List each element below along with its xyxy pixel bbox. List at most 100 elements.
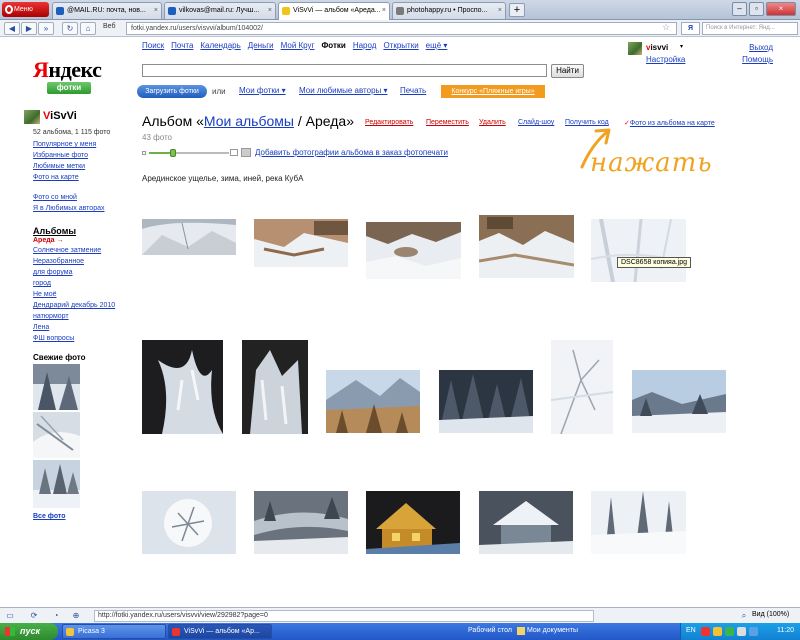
minimize-button[interactable]: –: [732, 2, 747, 16]
reload-icon[interactable]: ↻: [62, 22, 78, 35]
sidebar-album-item[interactable]: Лена: [33, 324, 49, 331]
nav-calendar[interactable]: Календарь: [200, 41, 240, 50]
tray-app-icon[interactable]: [713, 627, 722, 636]
forward-icon[interactable]: ▶: [21, 22, 37, 35]
avatar[interactable]: [628, 42, 642, 55]
tray-app-icon[interactable]: [701, 627, 710, 636]
settings-link[interactable]: Настройка: [646, 55, 685, 64]
nav-money[interactable]: Деньги: [248, 41, 274, 50]
address-bar[interactable]: fotki.yandex.ru/users/visvvi/album/10400…: [126, 22, 677, 35]
sidebar-link-favorites[interactable]: Избранные фото: [33, 152, 88, 159]
photo-thumb[interactable]: [551, 340, 613, 434]
photo-thumb[interactable]: [591, 219, 686, 282]
browser-tab-mail-inbox[interactable]: vilkovas@mail.ru: Лучш... ×: [164, 2, 276, 19]
site-search-button[interactable]: Найти: [551, 64, 584, 78]
unite-icon[interactable]: ⊕: [70, 611, 82, 621]
photo-thumb[interactable]: [632, 370, 726, 433]
sidebar-albums-heading[interactable]: Альбомы: [33, 226, 76, 236]
my-photos-dropdown[interactable]: Мои фотки ▾: [239, 86, 286, 95]
nav-mail[interactable]: Почта: [171, 41, 193, 50]
close-window-button[interactable]: ×: [766, 2, 796, 16]
fast-forward-icon[interactable]: »: [38, 22, 54, 35]
opera-menu-button[interactable]: Меню: [2, 2, 49, 17]
user-name[interactable]: visvvi: [646, 43, 668, 52]
sidebar-album-item[interactable]: Не моё: [33, 291, 57, 298]
close-tab-icon[interactable]: ×: [498, 3, 502, 19]
nav-moikrug[interactable]: Мой Круг: [281, 41, 315, 50]
user-menu[interactable]: visvvi ▾: [628, 42, 688, 56]
upload-photos-button[interactable]: Загрузить фотки: [137, 85, 207, 98]
photo-thumb[interactable]: [479, 215, 574, 278]
network-icon[interactable]: [749, 627, 758, 636]
move-album-link[interactable]: Переместить: [426, 119, 469, 126]
contest-banner[interactable]: Конкурс «Пляжные игры»: [441, 85, 545, 98]
delete-album-link[interactable]: Удалить: [479, 119, 506, 126]
taskbar-button-picasa[interactable]: Picasa 3: [62, 624, 166, 639]
close-tab-icon[interactable]: ×: [382, 3, 386, 19]
speed-dial-icon[interactable]: ◔: [50, 611, 62, 621]
panel-toggle-icon[interactable]: ▭: [4, 611, 16, 621]
sidebar-username[interactable]: ViSvVi: [43, 110, 77, 122]
photo-thumb[interactable]: [439, 370, 533, 433]
sync-icon[interactable]: ⟳: [28, 611, 40, 621]
photo-thumb[interactable]: [366, 222, 461, 279]
back-icon[interactable]: ◀: [4, 22, 20, 35]
fresh-photo-thumb[interactable]: [33, 364, 80, 410]
photo-thumb[interactable]: [254, 491, 348, 554]
zoom-level[interactable]: Вид (100%): [752, 611, 789, 618]
sidebar-album-item[interactable]: Дендрарий декабрь 2010: [33, 302, 115, 309]
fresh-photo-thumb[interactable]: [33, 460, 80, 508]
photo-thumb[interactable]: [142, 491, 236, 554]
volume-icon[interactable]: [737, 627, 746, 636]
nav-narod[interactable]: Народ: [353, 41, 377, 50]
photo-thumb[interactable]: [254, 219, 348, 267]
browser-tab-photohappy[interactable]: photohappy.ru • Проспо... ×: [392, 2, 506, 19]
photo-thumb[interactable]: [591, 491, 686, 554]
photo-thumb[interactable]: [479, 491, 573, 554]
browser-tab-mail[interactable]: @MAIL.RU: почта, нов... ×: [52, 2, 162, 19]
photo-thumb[interactable]: [142, 340, 223, 434]
sidebar-avatar[interactable]: [24, 110, 40, 124]
sidebar-link-in-favorites[interactable]: Я в Любимых авторах: [33, 205, 104, 212]
my-albums-link[interactable]: Мои альбомы: [204, 113, 294, 129]
sidebar-all-photos-link[interactable]: Все фото: [33, 513, 66, 520]
close-tab-icon[interactable]: ×: [154, 3, 158, 19]
slider-handle[interactable]: [170, 149, 176, 157]
sidebar-album-item[interactable]: для форума: [33, 269, 73, 276]
album-map-link[interactable]: ✓Фото из альбома на карте: [624, 119, 715, 127]
sidebar-album-item[interactable]: город: [33, 280, 51, 287]
start-button[interactable]: пуск: [0, 623, 58, 640]
order-print-link[interactable]: Добавить фотографии альбома в заказ фото…: [255, 148, 448, 157]
photo-thumb[interactable]: [242, 340, 308, 434]
yandex-logo[interactable]: Яндекс: [33, 57, 102, 83]
chevron-down-icon[interactable]: ▾: [680, 43, 683, 50]
fresh-photo-thumb[interactable]: [33, 412, 80, 458]
zoom-icon[interactable]: ⌕: [738, 611, 750, 621]
sidebar-album-item[interactable]: Солнечное затмение: [33, 247, 101, 254]
sidebar-link-tags[interactable]: Любимые метки: [33, 163, 85, 170]
help-link[interactable]: Помощь: [742, 55, 773, 64]
maximize-button[interactable]: ▫: [749, 2, 764, 16]
new-tab-button[interactable]: +: [509, 3, 525, 17]
nav-fotki[interactable]: Фотки: [321, 41, 345, 50]
site-search-input[interactable]: [142, 64, 547, 77]
slideshow-link[interactable]: Слайд-шоу: [518, 119, 554, 126]
home-icon[interactable]: ⌂: [80, 22, 96, 35]
nav-more[interactable]: ещё ▾: [426, 41, 448, 50]
photo-thumb[interactable]: [326, 370, 420, 433]
nav-search[interactable]: Поиск: [142, 41, 164, 50]
print-link[interactable]: Печать: [400, 86, 426, 95]
thumbnail-size-slider[interactable]: [142, 149, 238, 157]
browser-tab-fotki[interactable]: ViSvVi — альбом «Ареда... ×: [278, 2, 390, 20]
nav-cards[interactable]: Открытки: [383, 41, 418, 50]
logout-link[interactable]: Выход: [749, 43, 773, 52]
small-size-icon[interactable]: [142, 151, 146, 155]
edit-album-link[interactable]: Редактировать: [365, 119, 413, 126]
photo-thumb[interactable]: [142, 219, 236, 255]
sidebar-album-item[interactable]: натюрморт: [33, 313, 69, 320]
desktop-toolbar-label[interactable]: Рабочий стол: [468, 627, 512, 634]
favorite-authors-dropdown[interactable]: Мои любимые авторы ▾: [299, 86, 388, 95]
bookmark-star-icon[interactable]: ☆: [662, 22, 670, 33]
sidebar-album-item[interactable]: Неразобранное: [33, 258, 84, 265]
search-engine-selector[interactable]: Я: [681, 22, 700, 35]
